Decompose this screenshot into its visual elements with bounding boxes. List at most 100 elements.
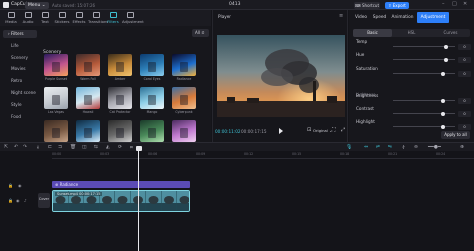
tool-tab-filters[interactable]: Filters <box>105 11 121 25</box>
link-main-track-icon[interactable]: ⇔ <box>364 145 368 150</box>
filter-thumb[interactable] <box>140 120 164 142</box>
sidebar-item-filters[interactable]: › Filters <box>3 30 37 38</box>
fit-icon[interactable]: ⊡ <box>307 127 311 133</box>
freeze-icon[interactable]: ◫ <box>82 145 87 150</box>
fullscreen-icon[interactable]: ⛶ <box>332 127 336 133</box>
highlight-value-field[interactable]: 0 <box>458 123 471 130</box>
mirror-icon[interactable]: ◭ <box>106 145 110 150</box>
temp-value-field[interactable]: 0 <box>458 43 471 50</box>
hide-main-track-icon[interactable]: ◉ <box>16 198 20 203</box>
play-icon[interactable] <box>279 128 283 134</box>
sidebar-item-life[interactable]: Life <box>3 42 37 50</box>
filter-thumb[interactable] <box>76 87 100 109</box>
tab-video[interactable]: Video <box>353 12 369 23</box>
menu-button[interactable]: Menu ⌄ <box>25 1 49 9</box>
brightness-slider-knob[interactable] <box>440 98 445 103</box>
shortcut-button[interactable]: ⌨ Shortcut <box>354 1 380 9</box>
filter-thumb[interactable] <box>172 87 196 109</box>
filter-thumb[interactable] <box>108 120 132 142</box>
subtab-curves[interactable]: Curves <box>431 29 470 37</box>
saturation-slider-knob[interactable] <box>440 71 445 76</box>
hue-slider-knob[interactable] <box>443 57 448 62</box>
ratio-dropdown[interactable]: Original ⌄ <box>313 128 332 133</box>
brightness-value-field[interactable]: 0 <box>458 97 471 104</box>
tab-adjustment[interactable]: Adjustment <box>417 12 449 23</box>
brightness-slider[interactable] <box>393 100 455 101</box>
tool-tab-media[interactable]: Media <box>3 11 19 25</box>
preview-axis-icon[interactable]: ⫩ <box>402 145 405 151</box>
tool-tab-transitions[interactable]: Transitions <box>88 11 108 25</box>
reverse-icon[interactable]: ⇆ <box>94 145 98 150</box>
lock-main-track-icon[interactable]: 🔒 <box>8 198 13 203</box>
redo-icon[interactable]: ↷ <box>23 145 27 150</box>
subtab-hsl[interactable]: HSL <box>392 29 431 37</box>
subtab-basic[interactable]: Basic <box>353 29 392 37</box>
sidebar-item-movies[interactable]: Movies <box>3 65 37 73</box>
filter-thumb[interactable] <box>44 54 68 76</box>
playhead[interactable] <box>138 148 139 251</box>
export-button[interactable]: ⇪ Export <box>385 1 409 9</box>
contrast-slider[interactable] <box>393 113 455 114</box>
filter-thumb[interactable] <box>44 120 68 142</box>
split-left-icon[interactable]: ⊏ <box>48 145 52 150</box>
zoom-in-icon[interactable]: ⊕ <box>460 145 464 150</box>
mute-track-icon[interactable]: ♪ <box>24 198 27 203</box>
maximize-icon[interactable]: □ <box>452 1 457 7</box>
sidebar-item-scenery[interactable]: Scenery <box>3 54 37 62</box>
expand-icon[interactable]: ⤢ <box>341 127 345 133</box>
select-tool-icon[interactable]: ⇱ <box>4 145 8 150</box>
video-clip[interactable]: Sunset.mp4 00:00:17:15 <box>52 190 190 212</box>
microphone-icon[interactable]: 🎙 <box>346 145 352 150</box>
highlight-slider-knob[interactable] <box>440 124 445 129</box>
hide-track-icon[interactable]: ◉ <box>18 183 22 188</box>
video-preview[interactable] <box>217 35 345 117</box>
filter-thumb[interactable] <box>108 87 132 109</box>
cover-button[interactable]: Cover <box>38 193 50 208</box>
tool-tab-text[interactable]: Text <box>37 11 53 25</box>
time-ruler[interactable]: 00:00 00:03 00:06 00:09 00:12 00:15 00:18 00:21… <box>52 151 474 159</box>
saturation-value-field[interactable]: 0 <box>458 70 471 77</box>
filter-thumb[interactable] <box>172 120 196 142</box>
filter-thumb[interactable] <box>44 87 68 109</box>
saturation-slider[interactable] <box>393 73 455 74</box>
contrast-slider-knob[interactable] <box>440 111 445 116</box>
split-icon[interactable]: ⫲ <box>37 145 39 151</box>
linkage-icon[interactable]: ⇋ <box>388 145 392 150</box>
minimize-icon[interactable]: – <box>442 1 445 7</box>
filter-thumb[interactable] <box>76 54 100 76</box>
contrast-value-field[interactable]: 0 <box>458 110 471 117</box>
sidebar-item-retro[interactable]: Retro <box>3 77 37 85</box>
filter-thumb[interactable] <box>140 54 164 76</box>
tool-tab-audio[interactable]: Audio <box>20 11 36 25</box>
tool-tab-adjustment[interactable]: Adjustment <box>122 11 144 25</box>
filter-thumb[interactable] <box>140 87 164 109</box>
filter-thumb[interactable] <box>76 120 100 142</box>
filter-thumb[interactable] <box>172 54 196 76</box>
lock-track-icon[interactable]: 🔒 <box>8 183 13 188</box>
sidebar-item-nightscene[interactable]: Night scene <box>3 89 37 97</box>
apply-to-all-button[interactable]: Apply to all <box>441 131 470 139</box>
crop-icon[interactable]: ⌗ <box>130 145 133 151</box>
tool-tab-stickers[interactable]: Stickers <box>54 11 70 25</box>
tab-speed[interactable]: Speed <box>371 12 388 23</box>
delete-icon[interactable]: 🗑 <box>70 145 76 150</box>
temp-slider-knob[interactable] <box>443 44 448 49</box>
zoom-out-icon[interactable]: ⊖ <box>414 145 418 150</box>
split-right-icon[interactable]: ⊐ <box>58 145 62 150</box>
tool-tab-effects[interactable]: Effects <box>71 11 87 25</box>
filter-thumb[interactable] <box>108 54 132 76</box>
hue-value-field[interactable]: 0 <box>458 56 471 63</box>
undo-icon[interactable]: ↶ <box>14 145 18 150</box>
sidebar-item-style[interactable]: Style <box>3 101 37 109</box>
close-icon[interactable]: ✕ <box>463 1 467 7</box>
rotate-icon[interactable]: ⟳ <box>118 145 122 150</box>
sidebar-item-food[interactable]: Food <box>3 113 37 121</box>
all-filter-dropdown[interactable]: All ⚟ <box>192 29 209 37</box>
tab-animation[interactable]: Animation <box>390 12 415 23</box>
project-title[interactable]: 0413 <box>229 2 240 7</box>
player-menu-icon[interactable]: ≡ <box>339 13 343 19</box>
filter-clip[interactable]: ⊕ Radiance <box>52 181 190 188</box>
magnet-icon[interactable]: ⇌ <box>376 145 380 150</box>
zoom-slider[interactable]: ━━●━ <box>428 145 441 150</box>
highlight-slider[interactable] <box>393 126 455 127</box>
